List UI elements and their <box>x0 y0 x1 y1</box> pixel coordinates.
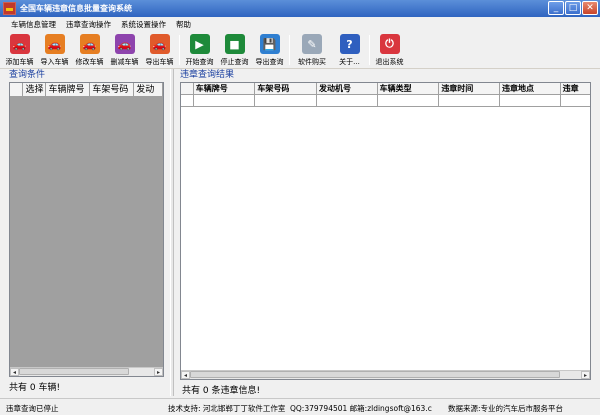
app-car-icon <box>3 2 16 15</box>
col-engine[interactable]: 发动机号 <box>317 83 378 94</box>
col-engine[interactable]: 发动 <box>134 83 163 96</box>
toolbar-separator <box>369 35 370 65</box>
col-select[interactable]: 选择 <box>23 83 47 96</box>
table-cell[interactable] <box>255 95 318 106</box>
violation-count: 共有 0 条违章信息! <box>182 386 261 396</box>
results-grid[interactable]: 车辆牌号 车架号码 发动机号 车辆类型 违章时间 违章地点 违章 ◂ ▸ <box>180 82 591 380</box>
scroll-left-icon[interactable]: ◂ <box>181 371 190 379</box>
query-results-title: 违章查询结果 <box>180 70 235 80</box>
export-car-button[interactable]: 🚗 导出车辆 <box>142 31 177 69</box>
about-button[interactable]: ? 关于... <box>332 31 367 69</box>
menu-violation-query[interactable]: 违章查询操作 <box>61 19 116 30</box>
import-car-button[interactable]: 🚗 导入车辆 <box>37 31 72 69</box>
toolbar-separator <box>179 35 180 65</box>
toolbar-separator <box>289 35 290 65</box>
title-bar: 全国车辆违章信息批量查询系统 _ □ ✕ <box>0 0 600 17</box>
status-bar: 违章查询已停止 技术支持: 河北邯郸丁丁软件工作室 QQ:379794501 邮… <box>0 398 600 415</box>
save-icon: 💾 <box>259 34 280 54</box>
menu-vehicle-info[interactable]: 车辆信息管理 <box>6 19 61 30</box>
row-selector-header <box>181 83 194 94</box>
toolbar: 🚗 添加车辆 🚗 导入车辆 🚗 修改车辆 🚗 删减车辆 🚗 导出车辆 ▶ 开始查… <box>0 31 600 69</box>
export-car-label: 导出车辆 <box>145 58 174 66</box>
start-query-label: 开始查询 <box>185 58 214 66</box>
exit-button[interactable]: ⏻ 退出系统 <box>372 31 407 69</box>
results-grid-header: 车辆牌号 车架号码 发动机号 车辆类型 违章时间 违章地点 违章 <box>181 83 590 95</box>
row-selector[interactable] <box>181 95 194 106</box>
vehicle-grid-header: 选择 车辆牌号 车架号码 发动 <box>10 83 163 97</box>
purchase-icon: ✎ <box>302 34 322 54</box>
export-query-button[interactable]: 💾 导出查询 <box>252 31 287 69</box>
start-query-button[interactable]: ▶ 开始查询 <box>182 31 217 69</box>
col-frame[interactable]: 车架号码 <box>255 83 318 94</box>
col-violation[interactable]: 违章 <box>561 83 590 94</box>
col-frame[interactable]: 车架号码 <box>90 83 135 96</box>
delete-car-label: 删减车辆 <box>110 58 139 66</box>
edit-car-label: 修改车辆 <box>75 58 104 66</box>
table-cell[interactable] <box>500 95 561 106</box>
query-status: 违章查询已停止 <box>6 404 59 413</box>
add-car-button[interactable]: 🚗 添加车辆 <box>2 31 37 69</box>
purchase-label: 软件购买 <box>298 58 326 66</box>
col-plate[interactable]: 车辆牌号 <box>194 83 256 94</box>
col-plate[interactable]: 车辆牌号 <box>46 83 91 96</box>
minimize-button[interactable]: _ <box>548 1 564 15</box>
menu-help[interactable]: 帮助 <box>171 19 196 30</box>
play-icon: ▶ <box>189 34 210 54</box>
vehicle-grid-hscrollbar[interactable]: ◂ ▸ <box>10 367 163 376</box>
support-info: 技术支持: 河北邯郸丁丁软件工作室 <box>168 404 286 413</box>
row-selector-header <box>10 83 24 96</box>
about-label: 关于... <box>339 58 360 66</box>
scroll-thumb[interactable] <box>190 371 560 378</box>
help-icon: ? <box>339 34 360 54</box>
query-conditions-title: 查询条件 <box>9 70 46 80</box>
data-source: 数据来源:专业的汽车后市服务平台 <box>448 404 564 413</box>
table-cell[interactable] <box>317 95 378 106</box>
close-button[interactable]: ✕ <box>582 1 598 15</box>
vehicle-grid[interactable]: 选择 车辆牌号 车架号码 发动 ◂ ▸ <box>9 82 164 377</box>
panel-splitter[interactable] <box>170 69 174 396</box>
menu-system-settings[interactable]: 系统设置操作 <box>116 19 171 30</box>
stop-query-button[interactable]: ■ 停止查询 <box>217 31 252 69</box>
add-car-label: 添加车辆 <box>5 58 34 66</box>
edit-car-icon: 🚗 <box>79 34 100 54</box>
scroll-right-icon[interactable]: ▸ <box>154 368 163 376</box>
delete-car-button[interactable]: 🚗 删减车辆 <box>107 31 142 69</box>
results-grid-hscrollbar[interactable]: ◂ ▸ <box>181 370 590 379</box>
menu-bar: 车辆信息管理 违章查询操作 系统设置操作 帮助 <box>0 17 600 31</box>
scroll-right-icon[interactable]: ▸ <box>581 371 590 379</box>
import-car-icon: 🚗 <box>44 34 65 54</box>
exit-label: 退出系统 <box>375 58 404 66</box>
purchase-button[interactable]: ✎ 软件购买 <box>292 31 332 69</box>
table-cell[interactable] <box>194 95 256 106</box>
stop-query-label: 停止查询 <box>220 58 249 66</box>
add-car-icon: 🚗 <box>9 34 30 54</box>
table-row[interactable] <box>181 95 590 107</box>
scroll-track <box>190 371 581 379</box>
col-violation-location[interactable]: 违章地点 <box>500 83 561 94</box>
table-cell[interactable] <box>378 95 440 106</box>
col-violation-time[interactable]: 违章时间 <box>439 83 500 94</box>
export-query-label: 导出查询 <box>255 58 284 66</box>
contact-info: QQ:379794501 邮箱:zldingsoft@163.c <box>290 404 432 413</box>
import-car-label: 导入车辆 <box>40 58 69 66</box>
window-title: 全国车辆违章信息批量查询系统 <box>20 4 132 13</box>
power-icon: ⏻ <box>379 34 400 54</box>
edit-car-button[interactable]: 🚗 修改车辆 <box>72 31 107 69</box>
delete-car-icon: 🚗 <box>114 34 135 54</box>
scroll-thumb[interactable] <box>19 368 129 375</box>
export-car-icon: 🚗 <box>149 34 170 54</box>
vehicle-count: 共有 0 车辆! <box>9 383 61 393</box>
table-cell[interactable] <box>439 95 500 106</box>
maximize-button[interactable]: □ <box>565 1 581 15</box>
scroll-left-icon[interactable]: ◂ <box>10 368 19 376</box>
scroll-track <box>19 368 154 376</box>
stop-icon: ■ <box>224 34 245 54</box>
table-cell[interactable] <box>561 95 590 106</box>
col-vehicle-type[interactable]: 车辆类型 <box>378 83 440 94</box>
